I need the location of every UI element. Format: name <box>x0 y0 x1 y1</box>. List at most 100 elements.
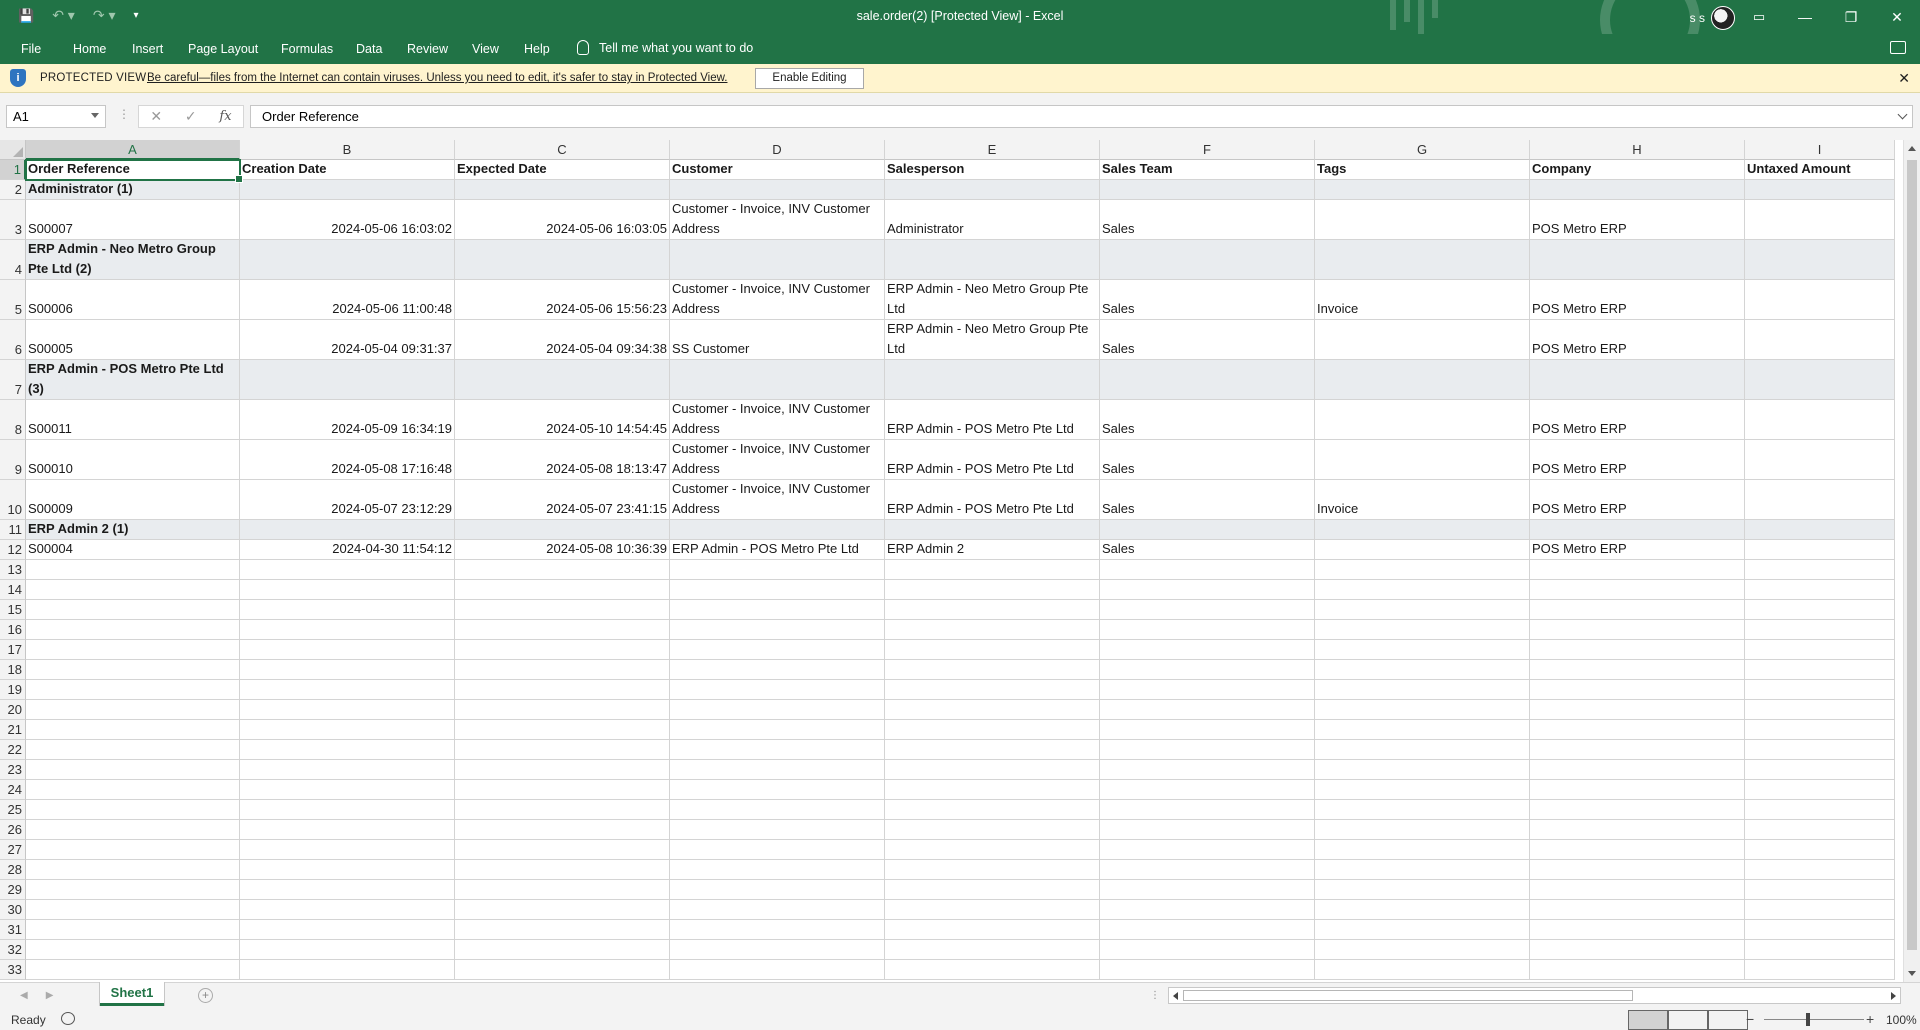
cell[interactable] <box>455 840 670 860</box>
tab-help[interactable]: Help <box>524 42 550 56</box>
cell[interactable] <box>1530 620 1745 640</box>
cell[interactable] <box>240 580 455 600</box>
cell[interactable] <box>1100 720 1315 740</box>
cell[interactable] <box>1100 600 1315 620</box>
tab-file[interactable]: File <box>21 42 41 56</box>
scroll-right-icon[interactable] <box>1891 992 1896 1000</box>
row-header[interactable]: 18 <box>0 660 26 680</box>
row-header[interactable]: 6 <box>0 320 26 360</box>
cell[interactable] <box>670 940 885 960</box>
cell[interactable] <box>240 640 455 660</box>
cell[interactable] <box>455 240 670 280</box>
row-header[interactable]: 21 <box>0 720 26 740</box>
cell[interactable] <box>885 760 1100 780</box>
cell[interactable] <box>1745 560 1895 580</box>
cell[interactable] <box>670 760 885 780</box>
cell[interactable]: ERP Admin 2 <box>885 540 1100 560</box>
cell[interactable] <box>26 620 240 640</box>
cell[interactable]: 2024-05-08 18:13:47 <box>455 440 670 480</box>
cell[interactable]: Customer - Invoice, INV Customer Address <box>670 480 885 520</box>
row-header[interactable]: 32 <box>0 940 26 960</box>
row-header[interactable]: 25 <box>0 800 26 820</box>
cell[interactable] <box>670 640 885 660</box>
cell[interactable]: ERP Admin - Neo Metro Group Pte Ltd <box>885 320 1100 360</box>
cell[interactable] <box>240 240 455 280</box>
cell[interactable] <box>1315 940 1530 960</box>
cell[interactable] <box>1100 760 1315 780</box>
cell[interactable]: S00010 <box>26 440 240 480</box>
row-header[interactable]: 14 <box>0 580 26 600</box>
cell[interactable] <box>26 800 240 820</box>
cell[interactable] <box>1315 400 1530 440</box>
column-header-d[interactable]: D <box>670 140 885 160</box>
row-header[interactable]: 4 <box>0 240 26 280</box>
cell[interactable] <box>455 600 670 620</box>
cell[interactable]: S00011 <box>26 400 240 440</box>
cell[interactable]: Sales <box>1100 400 1315 440</box>
cell[interactable] <box>670 520 885 540</box>
cell[interactable] <box>1530 840 1745 860</box>
cell[interactable] <box>1315 800 1530 820</box>
cell[interactable]: Customer - Invoice, INV Customer Address <box>670 200 885 240</box>
row-header[interactable]: 15 <box>0 600 26 620</box>
cell[interactable] <box>26 680 240 700</box>
cell[interactable] <box>885 900 1100 920</box>
vertical-scroll-thumb[interactable] <box>1907 160 1917 950</box>
cell[interactable] <box>1315 840 1530 860</box>
insert-function-icon[interactable]: fx <box>219 109 231 124</box>
tab-review[interactable]: Review <box>407 42 448 56</box>
cell[interactable] <box>1530 740 1745 760</box>
cell[interactable] <box>1745 880 1895 900</box>
cell[interactable] <box>455 960 670 980</box>
cell[interactable] <box>670 820 885 840</box>
zoom-slider[interactable] <box>1764 1019 1864 1020</box>
cell[interactable] <box>240 780 455 800</box>
cell[interactable] <box>670 880 885 900</box>
scroll-down-icon[interactable] <box>1908 971 1916 976</box>
cell[interactable] <box>1530 640 1745 660</box>
cell[interactable] <box>1315 720 1530 740</box>
page-break-view-button[interactable] <box>1708 1010 1748 1030</box>
cell[interactable] <box>1315 900 1530 920</box>
cell[interactable] <box>1315 620 1530 640</box>
cell[interactable]: Sales <box>1100 440 1315 480</box>
cell[interactable] <box>885 580 1100 600</box>
cell[interactable]: Sales <box>1100 280 1315 320</box>
cell[interactable] <box>1530 940 1745 960</box>
cell[interactable] <box>670 180 885 200</box>
name-box[interactable]: A1 <box>6 105 106 128</box>
zoom-slider-thumb[interactable] <box>1806 1013 1810 1026</box>
cell[interactable] <box>1315 360 1530 400</box>
cell[interactable] <box>885 960 1100 980</box>
cell[interactable]: POS Metro ERP <box>1530 400 1745 440</box>
row-header[interactable]: 30 <box>0 900 26 920</box>
cell[interactable] <box>1745 520 1895 540</box>
cell[interactable]: ERP Admin - Neo Metro Group Pte Ltd (2) <box>26 240 240 280</box>
close-icon[interactable]: ✕ <box>1898 70 1910 87</box>
cell[interactable] <box>26 860 240 880</box>
cell[interactable] <box>1530 920 1745 940</box>
cell[interactable] <box>1100 820 1315 840</box>
cell[interactable] <box>1745 320 1895 360</box>
cell[interactable] <box>1315 580 1530 600</box>
cell[interactable] <box>1315 680 1530 700</box>
cell[interactable] <box>26 840 240 860</box>
cell[interactable] <box>670 240 885 280</box>
cell[interactable] <box>1315 520 1530 540</box>
cell[interactable] <box>1315 960 1530 980</box>
cell[interactable] <box>1530 680 1745 700</box>
cell[interactable] <box>1100 780 1315 800</box>
cell[interactable] <box>26 580 240 600</box>
scroll-up-icon[interactable] <box>1908 146 1916 151</box>
cell[interactable] <box>1100 660 1315 680</box>
cell[interactable]: S00004 <box>26 540 240 560</box>
row-header[interactable]: 12 <box>0 540 26 560</box>
zoom-level[interactable]: 100% <box>1886 1013 1917 1027</box>
prev-sheet-icon[interactable]: ◀ <box>20 990 28 1001</box>
cell[interactable] <box>1315 180 1530 200</box>
cell[interactable] <box>1100 940 1315 960</box>
column-header-i[interactable]: I <box>1745 140 1895 160</box>
cell[interactable] <box>455 740 670 760</box>
cell[interactable] <box>1745 180 1895 200</box>
cell[interactable] <box>240 820 455 840</box>
